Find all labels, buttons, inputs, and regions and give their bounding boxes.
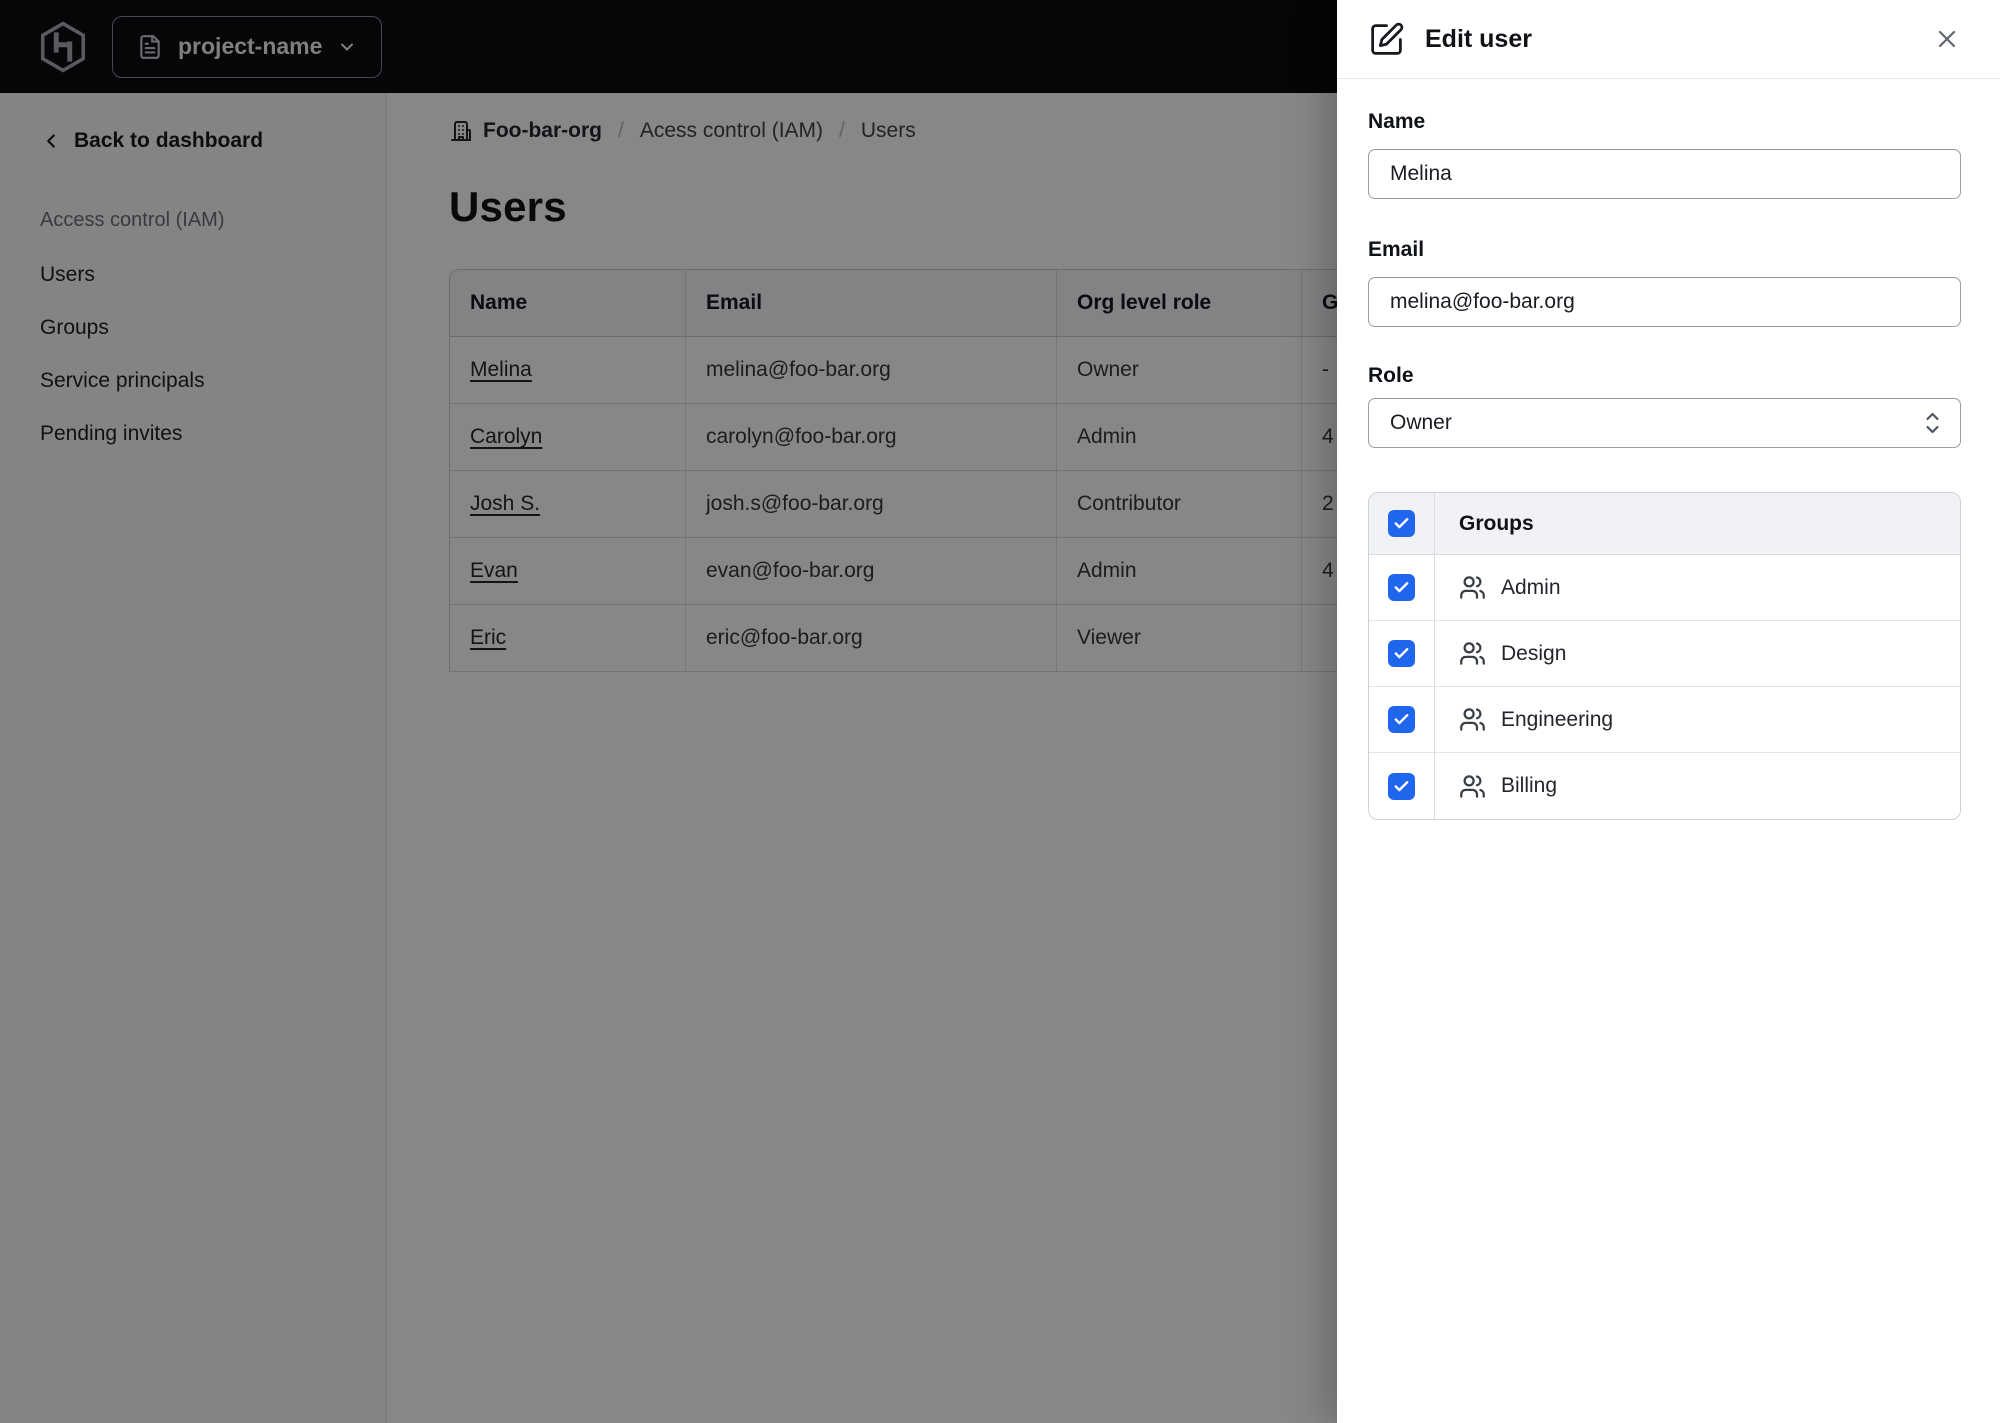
name-field-label: Name [1368,110,1426,133]
groups-header-row: Groups [1369,493,1960,555]
users-icon [1460,774,1485,798]
groups-select-all-checkbox[interactable] [1388,510,1415,537]
app-window: project-name Back to dashboard Access co… [0,0,2000,1423]
role-field-label: Role [1368,364,1414,387]
edit-user-form: Name Email Role Owner Groups [1337,109,2000,820]
drawer-title: Edit user [1425,24,1532,53]
email-field-label: Email [1368,238,1425,261]
groups-header-label: Groups [1459,511,1534,535]
group-checkbox[interactable] [1388,574,1415,601]
group-row-admin: Admin [1369,555,1960,621]
group-checkbox[interactable] [1388,706,1415,733]
name-input[interactable] [1368,149,1961,199]
close-icon[interactable] [1930,22,1964,56]
group-row-billing: Billing [1369,753,1960,819]
group-label: Design [1501,641,1567,665]
group-row-engineering: Engineering [1369,687,1960,753]
group-label: Billing [1501,774,1558,797]
users-icon [1460,576,1485,599]
group-checkbox[interactable] [1388,640,1415,667]
users-icon [1460,708,1485,731]
groups-checklist: Groups Admin Design Engineering Billing [1368,492,1961,820]
select-caret-icon [1926,412,1939,434]
group-checkbox[interactable] [1388,772,1415,800]
group-label: Engineering [1501,707,1614,731]
group-label: Admin [1501,575,1561,599]
role-select[interactable]: Owner [1368,398,1961,448]
edit-pencil-icon [1371,22,1404,55]
edit-user-drawer: Edit user Name Email Role Owner [1337,0,2000,1423]
drawer-header: Edit user [1337,0,2000,79]
role-selected-value: Owner [1390,411,1452,434]
group-row-design: Design [1369,621,1960,687]
users-icon [1460,642,1485,665]
email-input[interactable] [1368,277,1961,327]
